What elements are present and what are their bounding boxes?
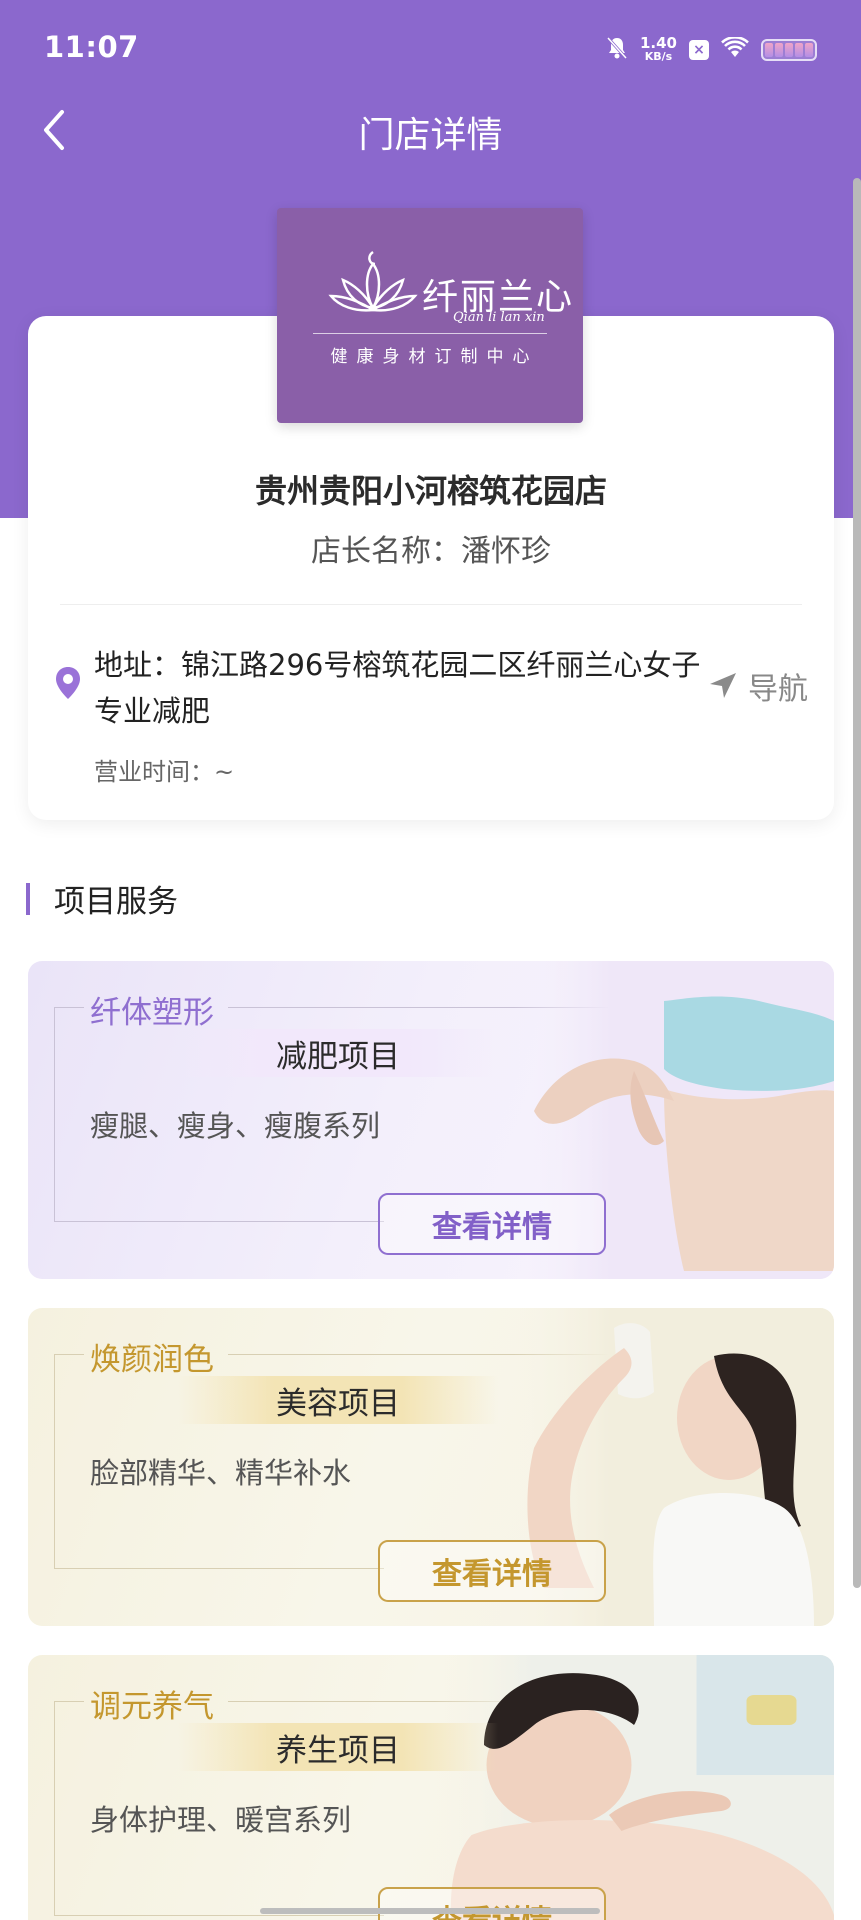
logo-slogan: 健康身材订制中心 bbox=[330, 347, 539, 367]
navigate-button[interactable]: 导航 bbox=[708, 664, 808, 708]
home-indicator[interactable] bbox=[260, 1908, 600, 1914]
card-frame bbox=[54, 1701, 55, 1915]
status-time: 11:07 bbox=[44, 30, 139, 64]
page-title: 门店详情 bbox=[358, 115, 503, 156]
view-details-button[interactable]: 查看详情 bbox=[378, 1887, 606, 1920]
section-accent-bar bbox=[26, 882, 30, 915]
service-description: 脸部精华、精华补水 bbox=[90, 1456, 352, 1490]
logo-divider bbox=[313, 333, 547, 334]
view-details-button[interactable]: 查看详情 bbox=[378, 1540, 606, 1602]
location-pin-icon bbox=[54, 666, 82, 704]
card-frame bbox=[54, 1354, 55, 1568]
card-frame bbox=[54, 1221, 384, 1222]
navigation-arrow-icon bbox=[710, 673, 736, 698]
service-description: 瘦腿、瘦身、瘦腹系列 bbox=[90, 1109, 381, 1143]
navigation-bar: 门店详情 bbox=[0, 96, 861, 166]
store-address: 地址：锦江路296号榕筑花园二区纤丽兰心女子专业减肥 bbox=[94, 648, 701, 728]
network-speed: 1.40 KB/s bbox=[640, 36, 677, 64]
status-bar: 11:07 1.40 KB/s × bbox=[0, 0, 861, 100]
service-label: 减肥项目 bbox=[178, 1029, 498, 1077]
divider bbox=[60, 604, 802, 605]
store-logo: 纤丽兰心 Qian li lan xin 健康身材订制中心 bbox=[277, 208, 583, 423]
net-speed-value: 1.40 bbox=[639, 34, 677, 52]
service-card-slimming[interactable]: 纤体塑形 减肥项目 瘦腿、瘦身、瘦腹系列 查看详情 bbox=[28, 961, 834, 1279]
navigate-label: 导航 bbox=[748, 672, 808, 707]
section-title-text: 项目服务 bbox=[54, 884, 178, 920]
service-card-beauty[interactable]: 焕颜润色 美容项目 脸部精华、精华补水 查看详情 bbox=[28, 1308, 834, 1626]
logo-pinyin: Qian li lan xin bbox=[453, 310, 545, 325]
card-frame bbox=[54, 1007, 55, 1221]
card-frame bbox=[54, 1568, 384, 1569]
store-manager: 店长名称：潘怀珍 bbox=[311, 534, 551, 569]
battery-icon bbox=[761, 39, 817, 61]
service-subtitle: 调元养气 bbox=[90, 1689, 214, 1725]
service-description: 身体护理、暖宫系列 bbox=[90, 1803, 352, 1837]
scrollbar[interactable] bbox=[853, 178, 861, 1588]
status-icons: 1.40 KB/s × bbox=[606, 34, 817, 66]
business-hours: 营业时间：~ bbox=[94, 758, 235, 786]
lotus-logo-icon bbox=[328, 250, 418, 312]
store-name: 贵州贵阳小河榕筑花园店 bbox=[254, 472, 607, 510]
service-subtitle: 焕颜润色 bbox=[90, 1342, 214, 1378]
service-label: 美容项目 bbox=[178, 1376, 498, 1424]
view-details-button[interactable]: 查看详情 bbox=[378, 1193, 606, 1255]
service-label: 养生项目 bbox=[178, 1723, 498, 1771]
section-title: 项目服务 bbox=[26, 876, 178, 921]
service-card-wellness[interactable]: 调元养气 养生项目 身体护理、暖宫系列 查看详情 bbox=[28, 1655, 834, 1920]
service-subtitle: 纤体塑形 bbox=[90, 995, 214, 1031]
card-frame bbox=[54, 1915, 384, 1916]
card-frame bbox=[54, 1701, 84, 1702]
card-frame bbox=[54, 1007, 84, 1008]
wifi-icon bbox=[721, 36, 749, 63]
card-frame bbox=[54, 1354, 84, 1355]
mute-bell-icon bbox=[606, 36, 628, 64]
close-badge-icon: × bbox=[689, 40, 709, 60]
wellness-model-photo bbox=[434, 1655, 834, 1920]
net-speed-unit: KB/s bbox=[644, 50, 673, 63]
